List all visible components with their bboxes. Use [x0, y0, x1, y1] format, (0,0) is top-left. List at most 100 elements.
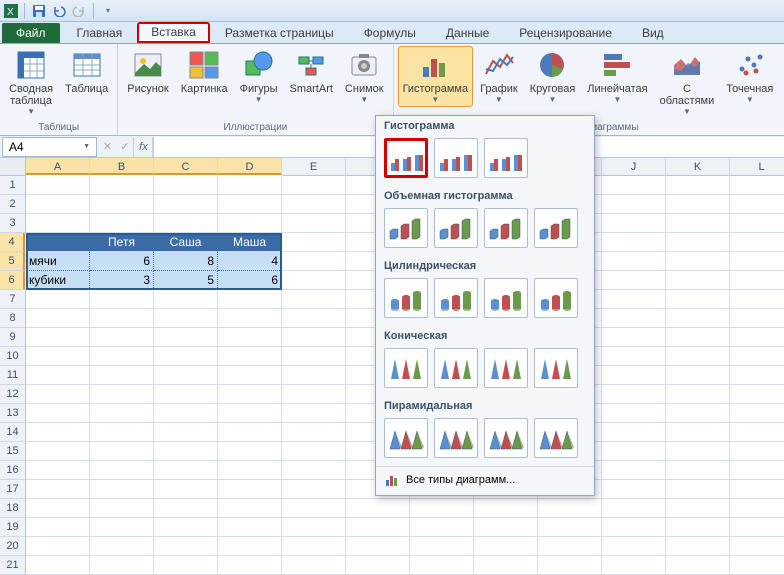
- cell[interactable]: [282, 290, 346, 309]
- cell[interactable]: [154, 195, 218, 214]
- qat-customize[interactable]: ▾: [98, 2, 118, 20]
- cell[interactable]: [602, 176, 666, 195]
- cell[interactable]: [154, 537, 218, 556]
- cell[interactable]: [282, 366, 346, 385]
- cell[interactable]: [602, 366, 666, 385]
- cell[interactable]: [218, 385, 282, 404]
- cell[interactable]: [730, 461, 784, 480]
- cell[interactable]: [218, 328, 282, 347]
- cell[interactable]: [218, 366, 282, 385]
- chart-type-option[interactable]: [484, 418, 528, 458]
- cell[interactable]: [154, 518, 218, 537]
- col-header[interactable]: C: [154, 158, 218, 175]
- row-header[interactable]: 9: [0, 328, 26, 347]
- cell[interactable]: [666, 347, 730, 366]
- cell[interactable]: [26, 480, 90, 499]
- cell[interactable]: [26, 290, 90, 309]
- cell[interactable]: [666, 423, 730, 442]
- col-header[interactable]: B: [90, 158, 154, 175]
- cell[interactable]: [730, 366, 784, 385]
- cell[interactable]: [26, 328, 90, 347]
- cell[interactable]: [602, 385, 666, 404]
- cell[interactable]: [666, 233, 730, 252]
- cell[interactable]: [602, 195, 666, 214]
- row-header[interactable]: 15: [0, 442, 26, 461]
- cell[interactable]: [90, 347, 154, 366]
- cell[interactable]: [282, 423, 346, 442]
- cell[interactable]: [282, 461, 346, 480]
- cell[interactable]: Петя: [90, 233, 154, 252]
- fx-button[interactable]: fx: [133, 137, 153, 157]
- cell[interactable]: [26, 385, 90, 404]
- chevron-down-icon[interactable]: ▼: [83, 143, 90, 150]
- cell[interactable]: [730, 252, 784, 271]
- cell[interactable]: [154, 309, 218, 328]
- cell[interactable]: [218, 195, 282, 214]
- ribbon-button-картинка[interactable]: Картинка: [176, 46, 233, 108]
- ribbon-button-другие[interactable]: Другие▼: [780, 46, 784, 107]
- cell[interactable]: [602, 309, 666, 328]
- row-header[interactable]: 3: [0, 214, 26, 233]
- tab-главная[interactable]: Главная: [62, 22, 138, 43]
- cell[interactable]: [730, 290, 784, 309]
- cell[interactable]: [730, 442, 784, 461]
- cell[interactable]: [282, 271, 346, 290]
- cell[interactable]: [602, 252, 666, 271]
- chart-type-option[interactable]: [434, 418, 478, 458]
- cell[interactable]: [602, 290, 666, 309]
- cell[interactable]: [282, 347, 346, 366]
- cell[interactable]: [282, 252, 346, 271]
- chart-type-option[interactable]: [434, 208, 478, 248]
- cell[interactable]: [666, 461, 730, 480]
- cell[interactable]: [218, 423, 282, 442]
- cell[interactable]: [218, 347, 282, 366]
- cell[interactable]: 5: [154, 271, 218, 290]
- chart-type-option[interactable]: [434, 138, 478, 178]
- cell[interactable]: [666, 537, 730, 556]
- col-header[interactable]: A: [26, 158, 90, 175]
- chart-type-option[interactable]: [384, 278, 428, 318]
- cell[interactable]: [90, 537, 154, 556]
- cell[interactable]: [410, 556, 474, 575]
- cell[interactable]: [26, 556, 90, 575]
- cell[interactable]: 3: [90, 271, 154, 290]
- cell[interactable]: [602, 328, 666, 347]
- cell[interactable]: 6: [90, 252, 154, 271]
- cell[interactable]: [730, 176, 784, 195]
- cell[interactable]: [410, 499, 474, 518]
- row-header[interactable]: 11: [0, 366, 26, 385]
- ribbon-button-с-областями[interactable]: С областями▼: [655, 46, 720, 119]
- col-header[interactable]: J: [602, 158, 666, 176]
- row-header[interactable]: 8: [0, 309, 26, 328]
- cell[interactable]: [602, 461, 666, 480]
- ribbon-button-линейчатая[interactable]: Линейчатая▼: [582, 46, 652, 107]
- cell[interactable]: [730, 518, 784, 537]
- cell[interactable]: [538, 556, 602, 575]
- cell[interactable]: [154, 404, 218, 423]
- cell[interactable]: [474, 537, 538, 556]
- cell[interactable]: [282, 309, 346, 328]
- chart-type-option[interactable]: [384, 208, 428, 248]
- select-all-corner[interactable]: [0, 158, 26, 176]
- col-header[interactable]: L: [730, 158, 784, 176]
- cell[interactable]: [730, 556, 784, 575]
- cell[interactable]: [154, 423, 218, 442]
- cell[interactable]: [90, 499, 154, 518]
- accept-icon[interactable]: ✓: [120, 140, 129, 153]
- cell[interactable]: [154, 556, 218, 575]
- cell[interactable]: [666, 214, 730, 233]
- tab-формулы[interactable]: Формулы: [349, 22, 431, 43]
- cell[interactable]: [666, 176, 730, 195]
- cell[interactable]: [90, 309, 154, 328]
- cell[interactable]: [154, 385, 218, 404]
- cell[interactable]: [410, 518, 474, 537]
- ribbon-button-рисунок[interactable]: Рисунок: [122, 46, 174, 108]
- cell[interactable]: 8: [154, 252, 218, 271]
- cell[interactable]: [154, 499, 218, 518]
- cell[interactable]: [218, 442, 282, 461]
- cell[interactable]: [666, 385, 730, 404]
- cell[interactable]: [26, 442, 90, 461]
- cell[interactable]: [538, 537, 602, 556]
- cell[interactable]: [90, 518, 154, 537]
- tab-рецензирование[interactable]: Рецензирование: [504, 22, 627, 43]
